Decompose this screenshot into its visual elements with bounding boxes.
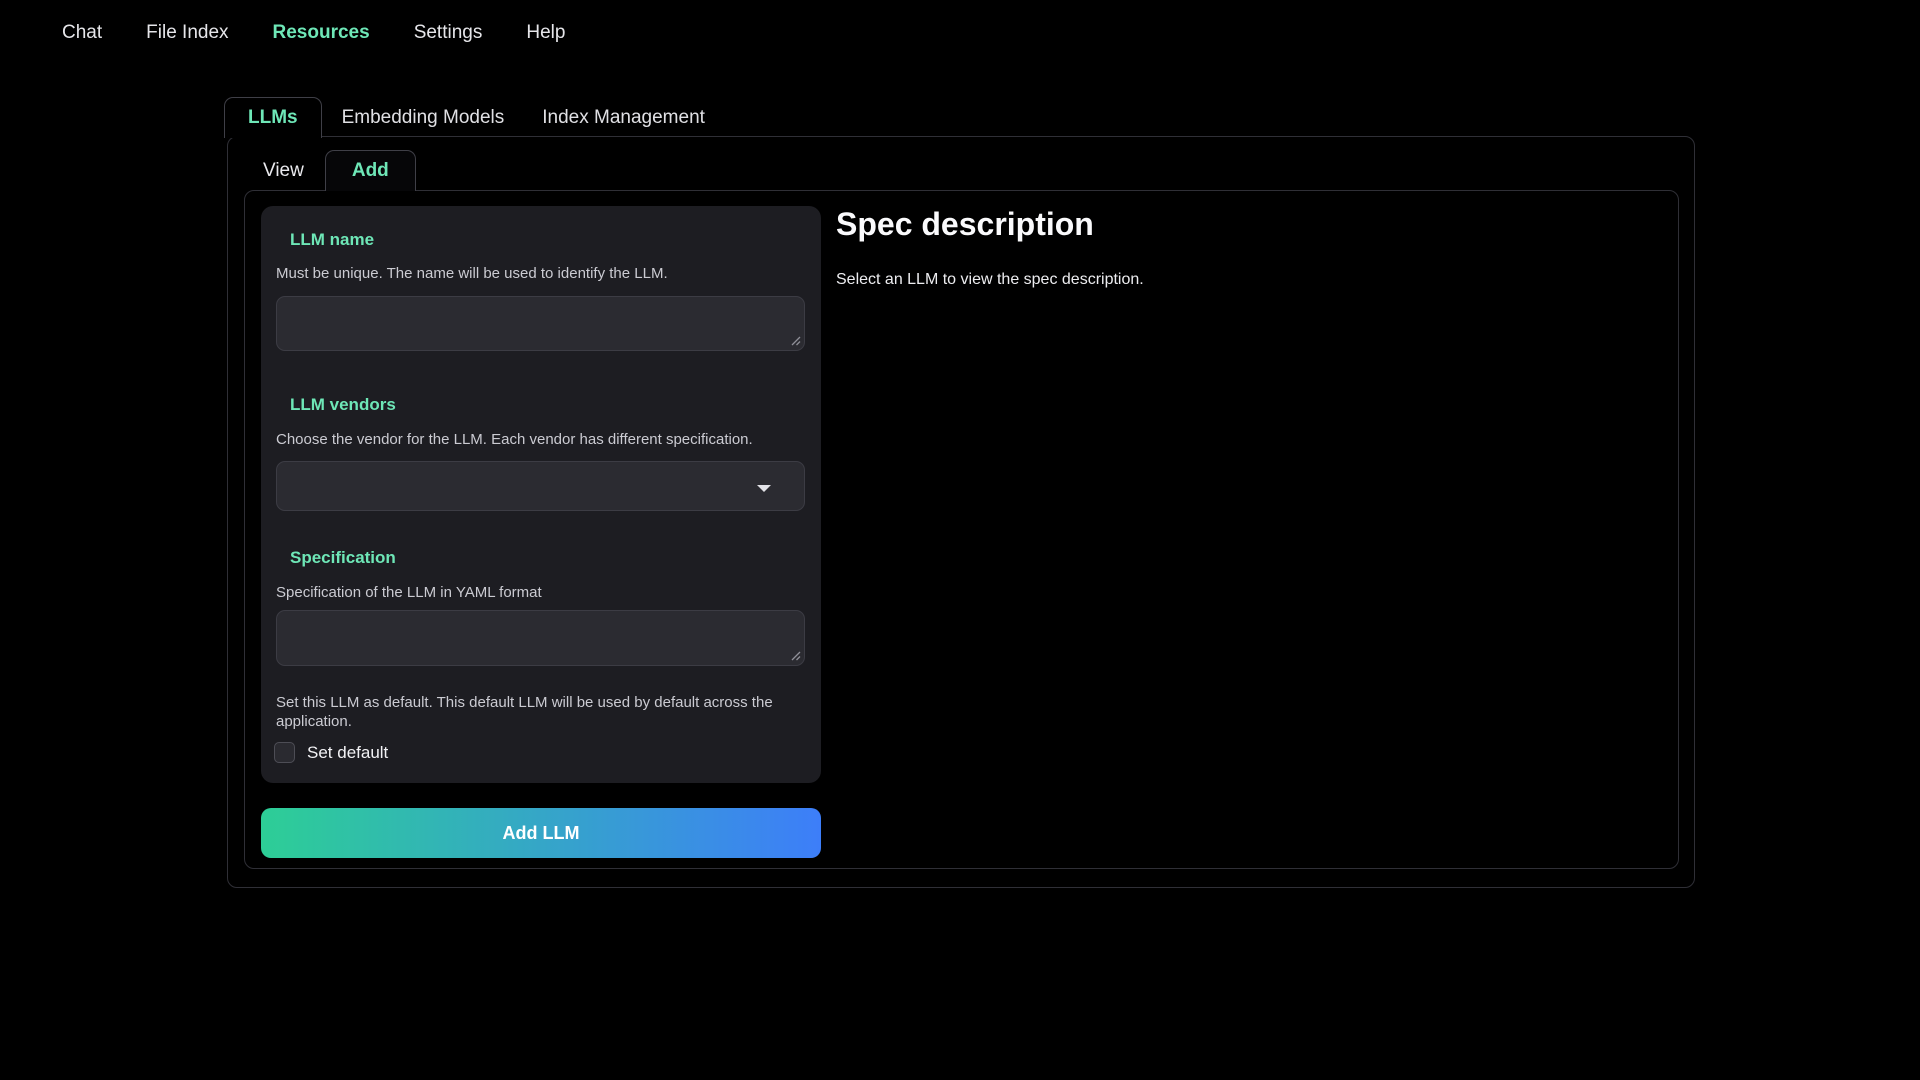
nav-item-chat[interactable]: Chat (62, 22, 102, 44)
tab-llms[interactable]: LLMs (224, 97, 322, 138)
add-llm-button[interactable]: Add LLM (261, 808, 821, 858)
tab-index-management[interactable]: Index Management (542, 107, 705, 129)
specification-description: Specification of the LLM in YAML format (276, 583, 806, 602)
resource-tab-row: LLMs Embedding Models Index Management (224, 97, 705, 138)
resize-handle-icon[interactable] (790, 650, 801, 661)
add-llm-panel: LLM name Must be unique. The name will b… (244, 190, 1679, 869)
specification-input-wrap (276, 610, 805, 666)
llm-vendors-description: Choose the vendor for the LLM. Each vend… (276, 430, 806, 449)
chevron-down-icon (757, 485, 771, 492)
add-llm-form-card: LLM name Must be unique. The name will b… (261, 206, 821, 783)
llm-name-label: LLM name (290, 230, 374, 250)
tab-embedding-models[interactable]: Embedding Models (342, 107, 505, 129)
llm-vendors-label: LLM vendors (290, 395, 396, 415)
set-default-label: Set default (307, 743, 388, 763)
nav-item-help[interactable]: Help (526, 22, 565, 44)
spec-description-placeholder: Select an LLM to view the spec descripti… (836, 271, 1144, 289)
top-nav: Chat File Index Resources Settings Help (62, 22, 565, 44)
llm-name-description: Must be unique. The name will be used to… (276, 264, 806, 283)
resize-handle-icon[interactable] (790, 335, 801, 346)
specification-input[interactable] (276, 610, 805, 666)
llm-vendor-select[interactable] (276, 461, 805, 511)
llm-name-input[interactable] (276, 296, 805, 351)
subtab-view[interactable]: View (263, 160, 304, 182)
subtab-add[interactable]: Add (325, 150, 416, 191)
spec-description-title: Spec description (836, 206, 1094, 243)
nav-item-file-index[interactable]: File Index (146, 22, 228, 44)
llm-subtab-row: View Add (263, 150, 416, 191)
llm-name-input-wrap (276, 296, 805, 351)
llms-tab-panel: View Add LLM name Must be unique. The na… (227, 136, 1695, 888)
nav-item-settings[interactable]: Settings (414, 22, 483, 44)
specification-label: Specification (290, 548, 396, 568)
nav-item-resources[interactable]: Resources (273, 22, 370, 44)
set-default-description: Set this LLM as default. This default LL… (276, 693, 806, 731)
set-default-checkbox[interactable] (274, 742, 295, 763)
set-default-row: Set default (274, 742, 388, 763)
